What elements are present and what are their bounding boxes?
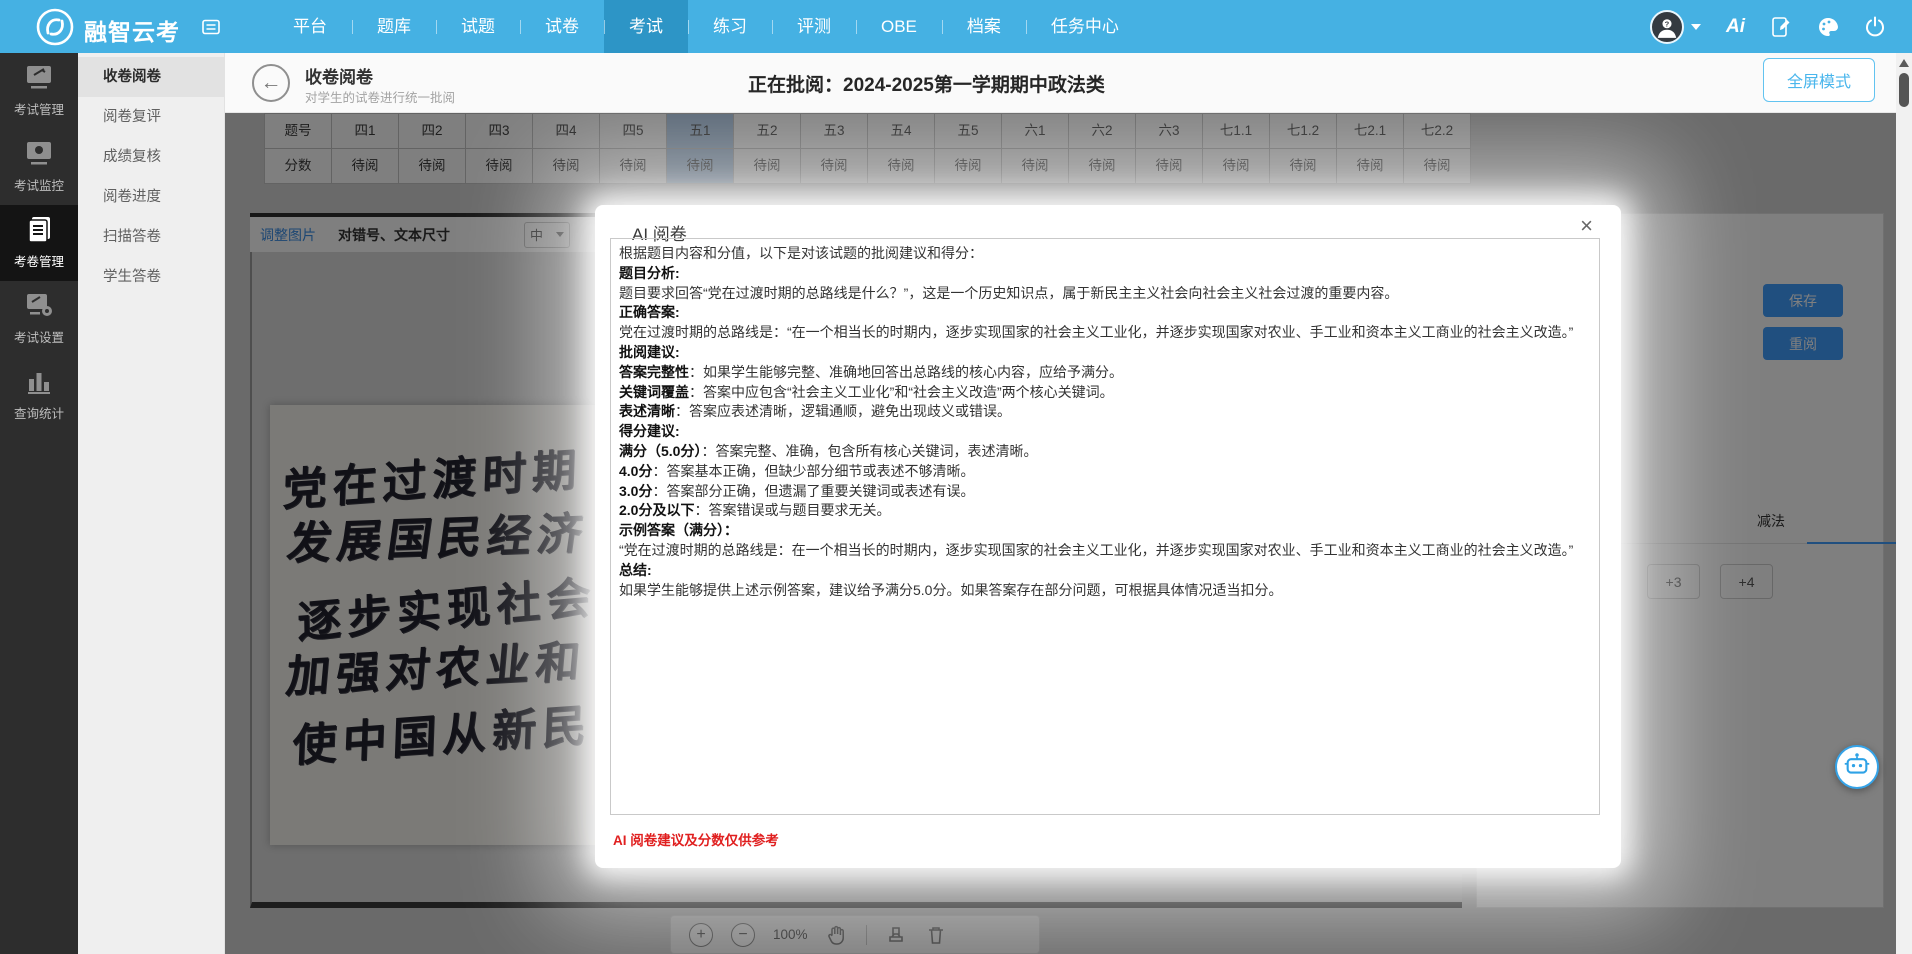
nav-item-label: OBE bbox=[881, 17, 917, 36]
brand-name: 融智云考 bbox=[84, 13, 180, 47]
chevron-down-icon bbox=[1691, 24, 1701, 30]
ai-grading-modal: AI 阅卷 × 根据题目内容和分值，以下是对该试题的批阅建议和得分： 题目分析:… bbox=[595, 205, 1621, 868]
fullscreen-button[interactable]: 全屏模式 bbox=[1763, 58, 1875, 102]
grading-exam-name: 2024-2025第一学期期中政法类 bbox=[843, 75, 1105, 96]
page-header: ← 收卷阅卷 对学生的试卷进行统一批阅 正在批阅：2024-2025第一学期期中… bbox=[225, 53, 1897, 113]
sidebar-item-exam-settings[interactable]: 考试设置 bbox=[0, 281, 78, 357]
ai-suggestion-line: 题目分析: bbox=[619, 264, 1591, 284]
grading-label: 正在批阅： bbox=[748, 75, 843, 96]
sidebar-item-exam-monitor[interactable]: 考试监控 bbox=[0, 129, 78, 205]
nav-item[interactable]: 平台 bbox=[268, 0, 352, 53]
nav-item-label: 平台 bbox=[293, 17, 327, 36]
sidebar-item-label: 考试管理 bbox=[14, 103, 64, 117]
sub-sidebar-item[interactable]: 阅卷复评 bbox=[78, 97, 224, 137]
nav-item-label: 档案 bbox=[967, 17, 1001, 36]
nav-item-label: 试卷 bbox=[545, 17, 579, 36]
close-icon[interactable]: × bbox=[1580, 215, 1593, 237]
ai-suggestion-line: 批阅建议: bbox=[619, 343, 1591, 363]
ai-suggestion-line: 3.0分：答案部分正确，但遗漏了重要关键词或表述有误。 bbox=[619, 482, 1591, 502]
ai-suggestion-line: 答案完整性：如果学生能够完整、准确地回答出总路线的核心内容，应给予满分。 bbox=[619, 363, 1591, 383]
module-sidebar: 考试管理 考试监控 考卷管理 bbox=[0, 53, 78, 954]
ai-suggestion-line: 关键词覆盖：答案中应包含“社会主义工业化”和“社会主义改造”两个核心关键词。 bbox=[619, 383, 1591, 403]
ai-suggestion-line: 2.0分及以下：答案错误或与题目要求无关。 bbox=[619, 501, 1591, 521]
sub-sidebar-item[interactable]: 阅卷进度 bbox=[78, 177, 224, 217]
topbar-actions: ? Ai bbox=[1650, 0, 1886, 53]
svg-text:?: ? bbox=[1665, 19, 1670, 28]
nav-item[interactable]: 试题 bbox=[436, 0, 520, 53]
topbar: 融智云考 平台 题库 试题 试卷 bbox=[0, 0, 1912, 53]
nav-item[interactable]: 考试 bbox=[604, 0, 688, 53]
exam-management-icon bbox=[23, 61, 55, 93]
brand-logo-icon bbox=[35, 7, 75, 47]
ai-suggestion-line: 示例答案（满分）： bbox=[619, 521, 1591, 541]
nav-item[interactable]: 练习 bbox=[688, 0, 772, 53]
sub-sidebar-item[interactable]: 扫描答卷 bbox=[78, 217, 224, 257]
sub-sidebar-item[interactable]: 成绩复核 bbox=[78, 137, 224, 177]
sub-sidebar-item[interactable]: 收卷阅卷 bbox=[78, 57, 224, 97]
sidebar-item-exam-management[interactable]: 考试管理 bbox=[0, 53, 78, 129]
logout-power-icon[interactable] bbox=[1864, 16, 1886, 38]
nav-item-label: 评测 bbox=[797, 17, 831, 36]
nav-item-label: 考试 bbox=[629, 17, 663, 36]
nav-item-label: 题库 bbox=[377, 17, 411, 36]
sidebar-item-statistics[interactable]: 查询统计 bbox=[0, 357, 78, 433]
scroll-up-arrow-icon[interactable] bbox=[1899, 59, 1909, 67]
theme-palette-icon[interactable] bbox=[1817, 16, 1839, 38]
ai-suggestion-line: 表述清晰：答案应表述清晰，逻辑通顺，避免出现歧义或错误。 bbox=[619, 402, 1591, 422]
screen: 融智云考 平台 题库 试题 试卷 bbox=[0, 0, 1912, 954]
nav-item-label: 练习 bbox=[713, 17, 747, 36]
ai-suggestion-line: 总结: bbox=[619, 561, 1591, 581]
sub-sidebar-item-label: 成绩复核 bbox=[103, 149, 161, 165]
avatar[interactable]: ? bbox=[1650, 10, 1684, 44]
bar-chart-icon bbox=[23, 365, 55, 397]
nav-item-label: 任务中心 bbox=[1051, 17, 1119, 36]
main-nav: 平台 题库 试题 试卷 考试 练习 bbox=[268, 0, 1144, 53]
robot-icon bbox=[1843, 751, 1871, 784]
sub-sidebar-item-label: 收卷阅卷 bbox=[103, 69, 161, 85]
page-subtitle: 对学生的试卷进行统一批阅 bbox=[305, 87, 455, 106]
sub-sidebar-item-label: 学生答卷 bbox=[103, 269, 161, 285]
ai-suggestion-line: 4.0分：答案基本正确，但缺少部分细节或表述不够清晰。 bbox=[619, 462, 1591, 482]
nav-item[interactable]: 档案 bbox=[942, 0, 1026, 53]
user-menu[interactable]: ? bbox=[1650, 10, 1701, 44]
ai-disclaimer: AI 阅卷建议及分数仅供参考 bbox=[613, 829, 779, 849]
ai-suggestion-line: 如果学生能够提供上述示例答案，建议给予满分5.0分。如果答案存在部分问题，可根据… bbox=[619, 581, 1591, 601]
ai-suggestion-text[interactable]: 根据题目内容和分值，以下是对该试题的批阅建议和得分： 题目分析: 题目要求回答“… bbox=[610, 238, 1600, 815]
scrollbar-thumb[interactable] bbox=[1899, 73, 1909, 107]
grading-status: 正在批阅：2024-2025第一学期期中政法类 bbox=[748, 70, 1105, 97]
sub-sidebar-item-label: 扫描答卷 bbox=[103, 229, 161, 245]
page-scrollbar[interactable] bbox=[1896, 53, 1912, 954]
ai-suggestion-line: “党在过渡时期的总路线是：在一个相当长的时期内，逐步实现国家的社会主义工业化，并… bbox=[619, 541, 1591, 561]
sub-sidebar-item-label: 阅卷复评 bbox=[103, 109, 161, 125]
sidebar-item-paper-management[interactable]: 考卷管理 bbox=[0, 205, 78, 281]
ai-assistant-icon[interactable]: Ai bbox=[1726, 16, 1745, 38]
ai-suggestion-line: 党在过渡时期的总路线是：“在一个相当长的时期内，逐步实现国家的社会主义工业化，并… bbox=[619, 323, 1591, 343]
ai-suggestion-line: 题目要求回答“党在过渡时期的总路线是什么？”，这是一个历史知识点，属于新民主主义… bbox=[619, 284, 1591, 304]
page-title: 收卷阅卷 bbox=[305, 63, 373, 88]
ai-suggestion-line: 根据题目内容和分值，以下是对该试题的批阅建议和得分： bbox=[619, 244, 1591, 264]
back-button[interactable]: ← bbox=[252, 64, 290, 102]
sidebar-item-label: 查询统计 bbox=[14, 407, 64, 421]
nav-item[interactable]: 试卷 bbox=[520, 0, 604, 53]
ai-robot-fab[interactable] bbox=[1835, 745, 1879, 789]
nav-item-label: 试题 bbox=[461, 17, 495, 36]
exam-settings-icon bbox=[23, 289, 55, 321]
nav-item[interactable]: 任务中心 bbox=[1026, 0, 1144, 53]
nav-item[interactable]: 评测 bbox=[772, 0, 856, 53]
ai-suggestion-line: 得分建议: bbox=[619, 422, 1591, 442]
nav-item[interactable]: OBE bbox=[856, 0, 942, 53]
grading-pen-icon[interactable] bbox=[1770, 16, 1792, 38]
paper-management-icon bbox=[23, 213, 55, 245]
nav-item[interactable]: 题库 bbox=[352, 0, 436, 53]
ai-suggestion-line: 满分（5.0分）：答案完整、准确，包含所有核心关键词，表述清晰。 bbox=[619, 442, 1591, 462]
sidebar-item-label: 考试监控 bbox=[14, 179, 64, 193]
sub-sidebar-item[interactable]: 学生答卷 bbox=[78, 257, 224, 297]
sidebar-item-label: 考卷管理 bbox=[14, 255, 64, 269]
sub-sidebar-item-label: 阅卷进度 bbox=[103, 189, 161, 205]
sidebar-item-label: 考试设置 bbox=[14, 331, 64, 345]
exam-monitor-icon bbox=[23, 137, 55, 169]
ai-suggestion-line: 正确答案: bbox=[619, 303, 1591, 323]
menu-toggle-icon[interactable] bbox=[202, 18, 220, 36]
section-sidebar: 收卷阅卷 阅卷复评 成绩复核 阅卷进度 扫描答卷 学生答卷 bbox=[78, 53, 225, 954]
